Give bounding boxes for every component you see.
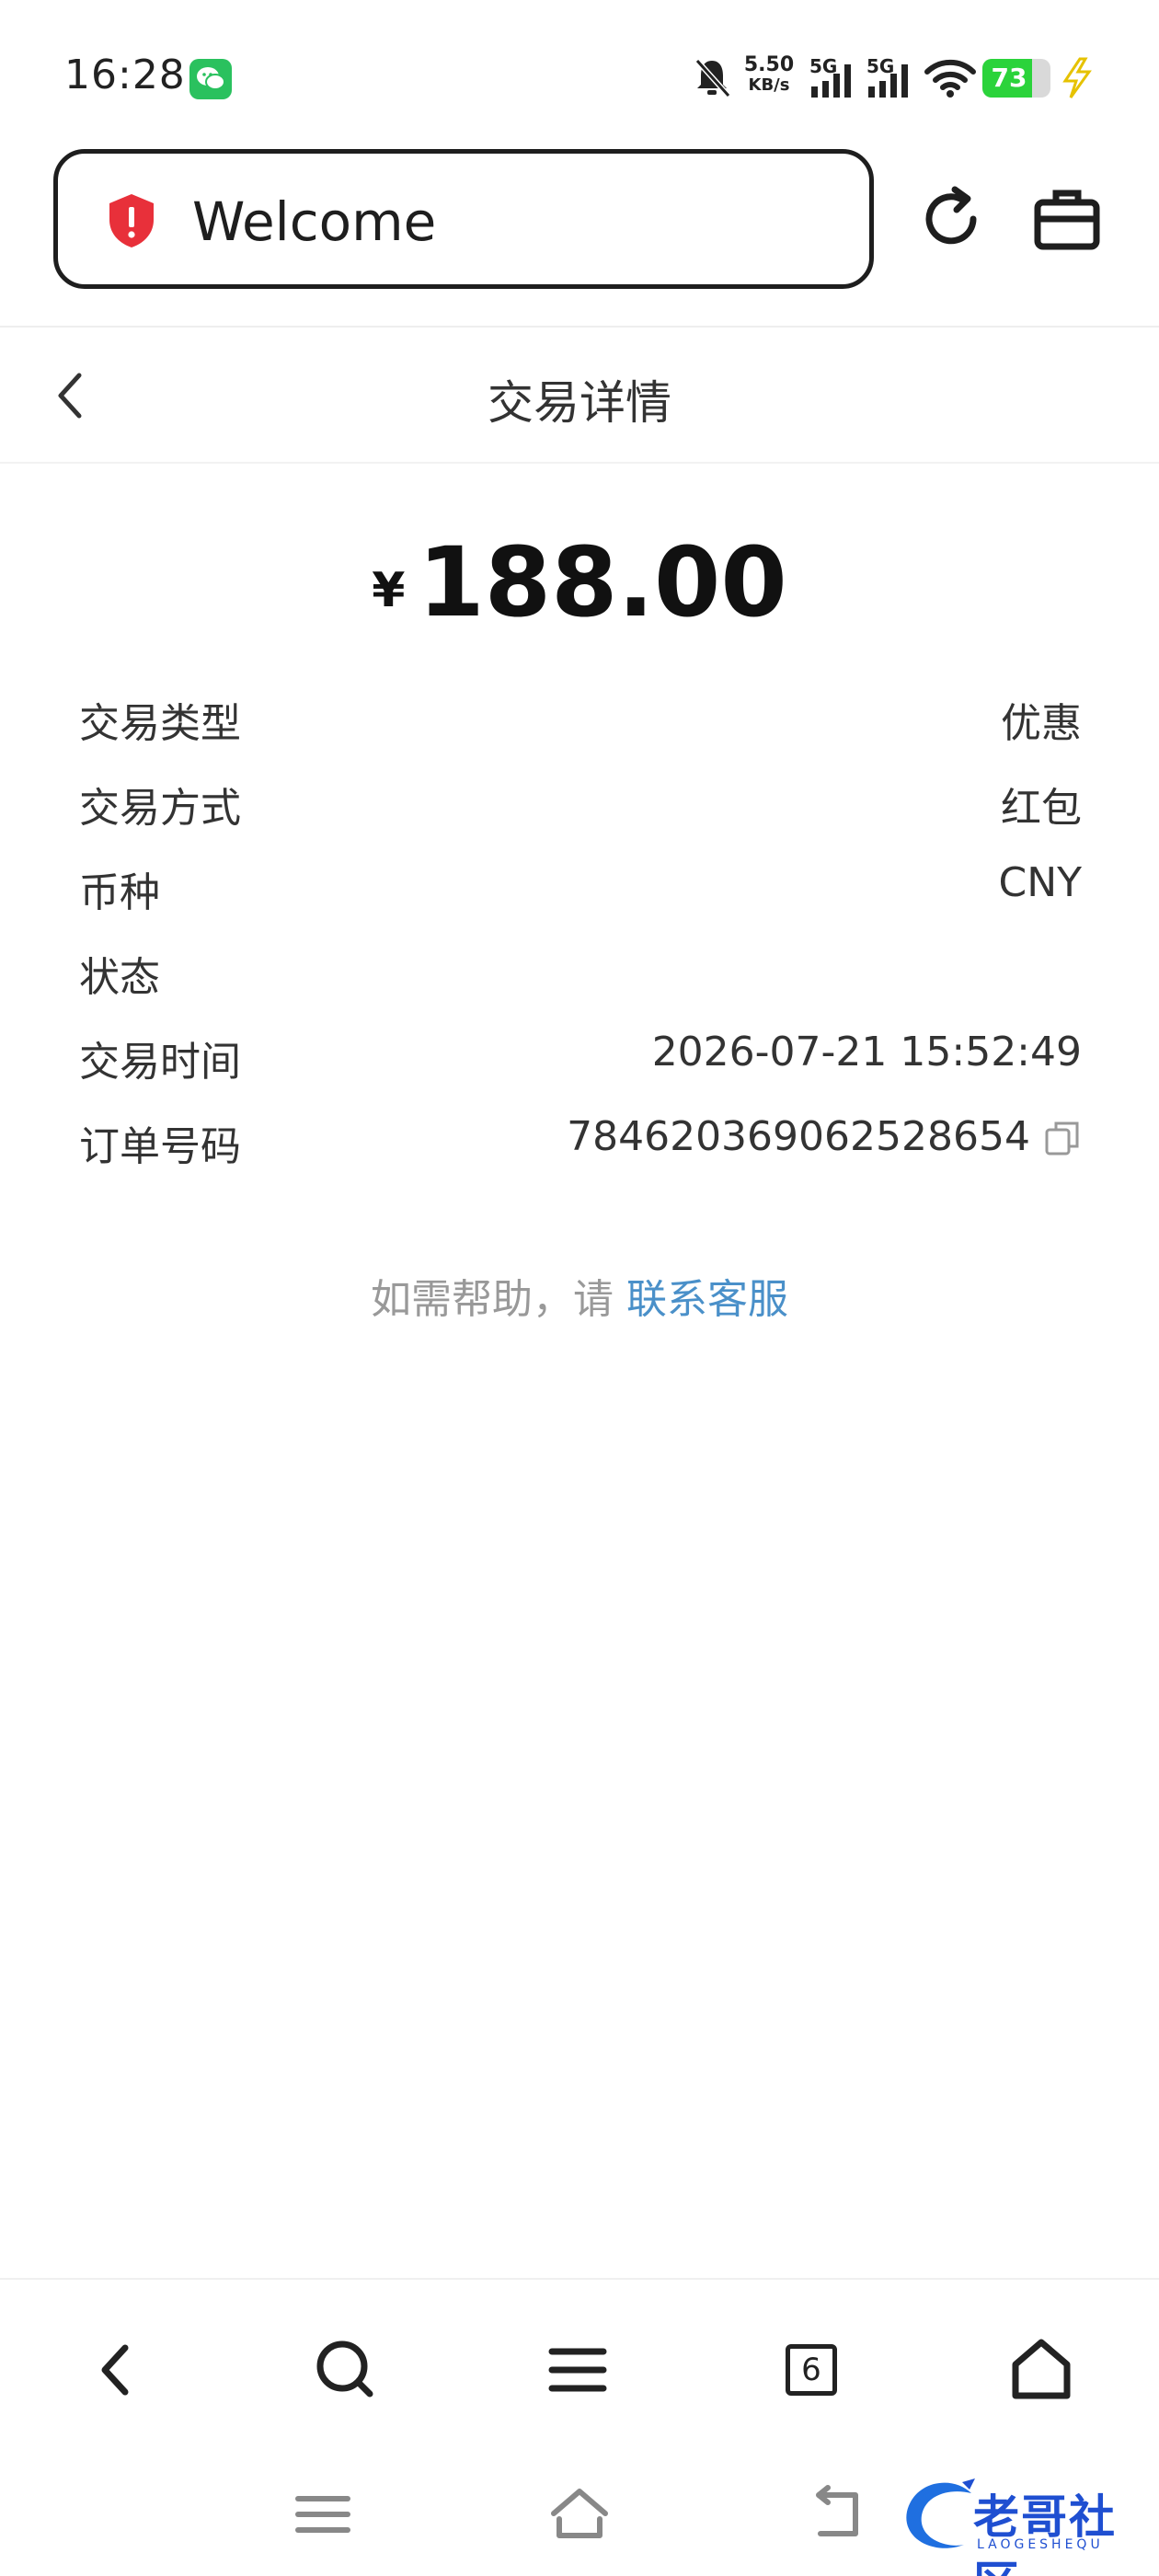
nav-home-button[interactable] (995, 2324, 1087, 2416)
detail-row-time: 交易时间 2026-07-21 15:52:49 (79, 1019, 1082, 1104)
detail-value: CNY (998, 859, 1082, 906)
detail-row-type: 交易类型 优惠 (79, 681, 1082, 765)
detail-value: 优惠 (1001, 700, 1082, 747)
transaction-amount: ¥188.00 (0, 526, 1159, 638)
menu-icon (548, 2348, 607, 2392)
search-icon (316, 2340, 373, 2398)
site-watermark-logo: 老哥社区 LAOGESHEQU (898, 2471, 1150, 2576)
transaction-details: 交易类型 优惠 交易方式 红包 币种 CNY 状态 交易时间 2026-07-2… (79, 681, 1082, 1189)
dragon-logo-icon (906, 2478, 975, 2548)
network-speed-value: 5.50 (743, 53, 795, 76)
battery-indicator: 73 (982, 59, 1050, 98)
detail-label: 交易方式 (79, 785, 241, 832)
wifi-icon (924, 59, 976, 98)
amount-currency-symbol: ¥ (372, 563, 406, 618)
mute-bell-icon (694, 58, 731, 98)
security-shield-icon[interactable] (106, 192, 157, 249)
copy-icon[interactable] (1043, 1119, 1082, 1157)
order-number-value: 784620369062528654 (567, 1113, 1030, 1160)
detail-row-order-number: 订单号码 784620369062528654 (79, 1104, 1082, 1189)
page-title: 交易详情 (488, 376, 671, 430)
sim2-signal-icon (868, 64, 908, 98)
browser-bottom-nav: 6 (0, 2278, 1159, 2453)
nav-search-button[interactable] (300, 2324, 392, 2416)
briefcase-icon[interactable] (1034, 186, 1100, 252)
contact-support-link[interactable]: 联系客服 (626, 1276, 788, 1323)
address-bar-text: Welcome (192, 190, 437, 253)
sim1-signal-icon (811, 64, 851, 98)
detail-row-status: 状态 (79, 935, 1082, 1019)
network-speed-unit: KB/s (748, 75, 790, 95)
detail-value: 红包 (1001, 785, 1082, 832)
watermark-text: 老哥社区 (973, 2490, 1117, 2576)
header-divider (0, 462, 1159, 464)
home-icon (1012, 2339, 1071, 2399)
nav-tabs-button[interactable]: 6 (763, 2324, 855, 2416)
network-speed: 5.50 KB/s (741, 55, 797, 96)
nav-menu-button[interactable] (532, 2324, 624, 2416)
charging-icon (1062, 57, 1092, 98)
system-back-icon[interactable] (804, 2482, 868, 2547)
detail-value: 2026-07-21 15:52:49 (651, 1029, 1082, 1075)
tabs-count: 6 (786, 2344, 837, 2396)
wechat-notification-icon (189, 59, 232, 99)
detail-label: 订单号码 (79, 1123, 241, 1170)
watermark-subtext: LAOGESHEQU (977, 2537, 1104, 2552)
help-text: 如需帮助，请 (371, 1276, 614, 1323)
system-home-icon[interactable] (546, 2482, 613, 2547)
nav-back-button[interactable] (70, 2324, 162, 2416)
back-arrow-icon (101, 2344, 129, 2396)
detail-label: 币种 (79, 869, 160, 916)
detail-row-method: 交易方式 红包 (79, 765, 1082, 850)
detail-label: 交易类型 (79, 700, 241, 747)
detail-row-currency: 币种 CNY (79, 850, 1082, 935)
detail-label: 状态 (79, 954, 160, 1001)
status-bar: 16:28 5.50 KB/s 5G 5G 73 (0, 0, 1159, 147)
detail-label: 交易时间 (79, 1039, 241, 1086)
address-bar[interactable]: Welcome (53, 149, 874, 289)
toolbar-divider (0, 326, 1159, 328)
help-line: 如需帮助，请 联系客服 (0, 1266, 1159, 1325)
system-menu-icon[interactable] (291, 2482, 355, 2547)
reload-icon[interactable] (916, 184, 986, 254)
battery-percent: 73 (991, 63, 1027, 93)
page: 16:28 5.50 KB/s 5G 5G 73 Welcome 交易详情 ¥ … (0, 0, 1159, 2576)
amount-value: 188.00 (418, 526, 787, 638)
status-time: 16:28 (64, 52, 186, 98)
